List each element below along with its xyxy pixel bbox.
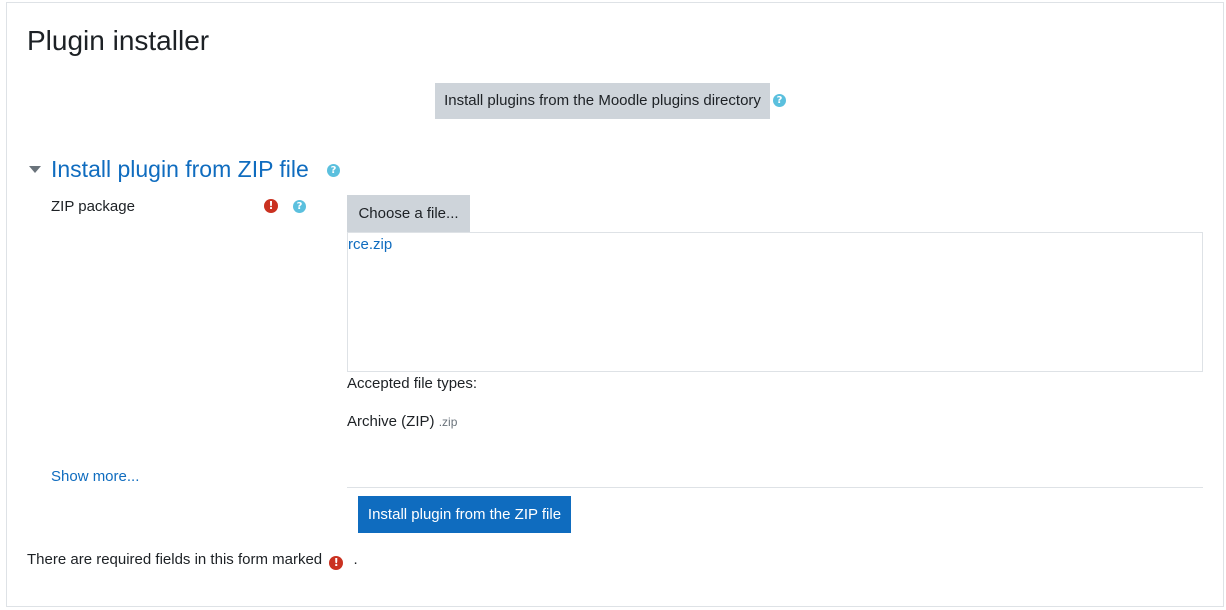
required-note-period: . [353, 551, 358, 568]
install-from-directory-button[interactable]: Install plugins from the Moodle plugins … [435, 83, 770, 119]
required-fields-note: There are required fields in this form m… [27, 551, 358, 570]
required-note-text: There are required fields in this form m… [27, 551, 323, 568]
required-icon: ! [329, 556, 344, 570]
section-title[interactable]: Install plugin from ZIP file [51, 154, 309, 184]
help-icon[interactable]: ? [327, 164, 340, 177]
required-icon: ! [264, 199, 278, 213]
page-title: Plugin installer [27, 25, 210, 56]
accepted-type-name: Archive (ZIP) [347, 413, 435, 430]
help-icon[interactable]: ? [293, 200, 306, 213]
collapse-toggle-icon[interactable] [29, 166, 41, 173]
help-icon[interactable]: ? [773, 94, 786, 107]
choose-file-button[interactable]: Choose a file... [347, 195, 470, 232]
zip-package-label: ZIP package [51, 198, 135, 215]
accepted-type-extension: .zip [438, 415, 458, 429]
selected-file-link[interactable]: rce.zip [348, 236, 392, 254]
accepted-type-item: Archive (ZIP) .zip [347, 413, 457, 431]
accepted-types-label: Accepted file types: [347, 375, 478, 392]
install-zip-button[interactable]: Install plugin from the ZIP file [358, 496, 571, 533]
show-more-link[interactable]: Show more... [51, 468, 139, 486]
file-drop-area[interactable] [347, 232, 1203, 372]
divider [347, 487, 1203, 488]
